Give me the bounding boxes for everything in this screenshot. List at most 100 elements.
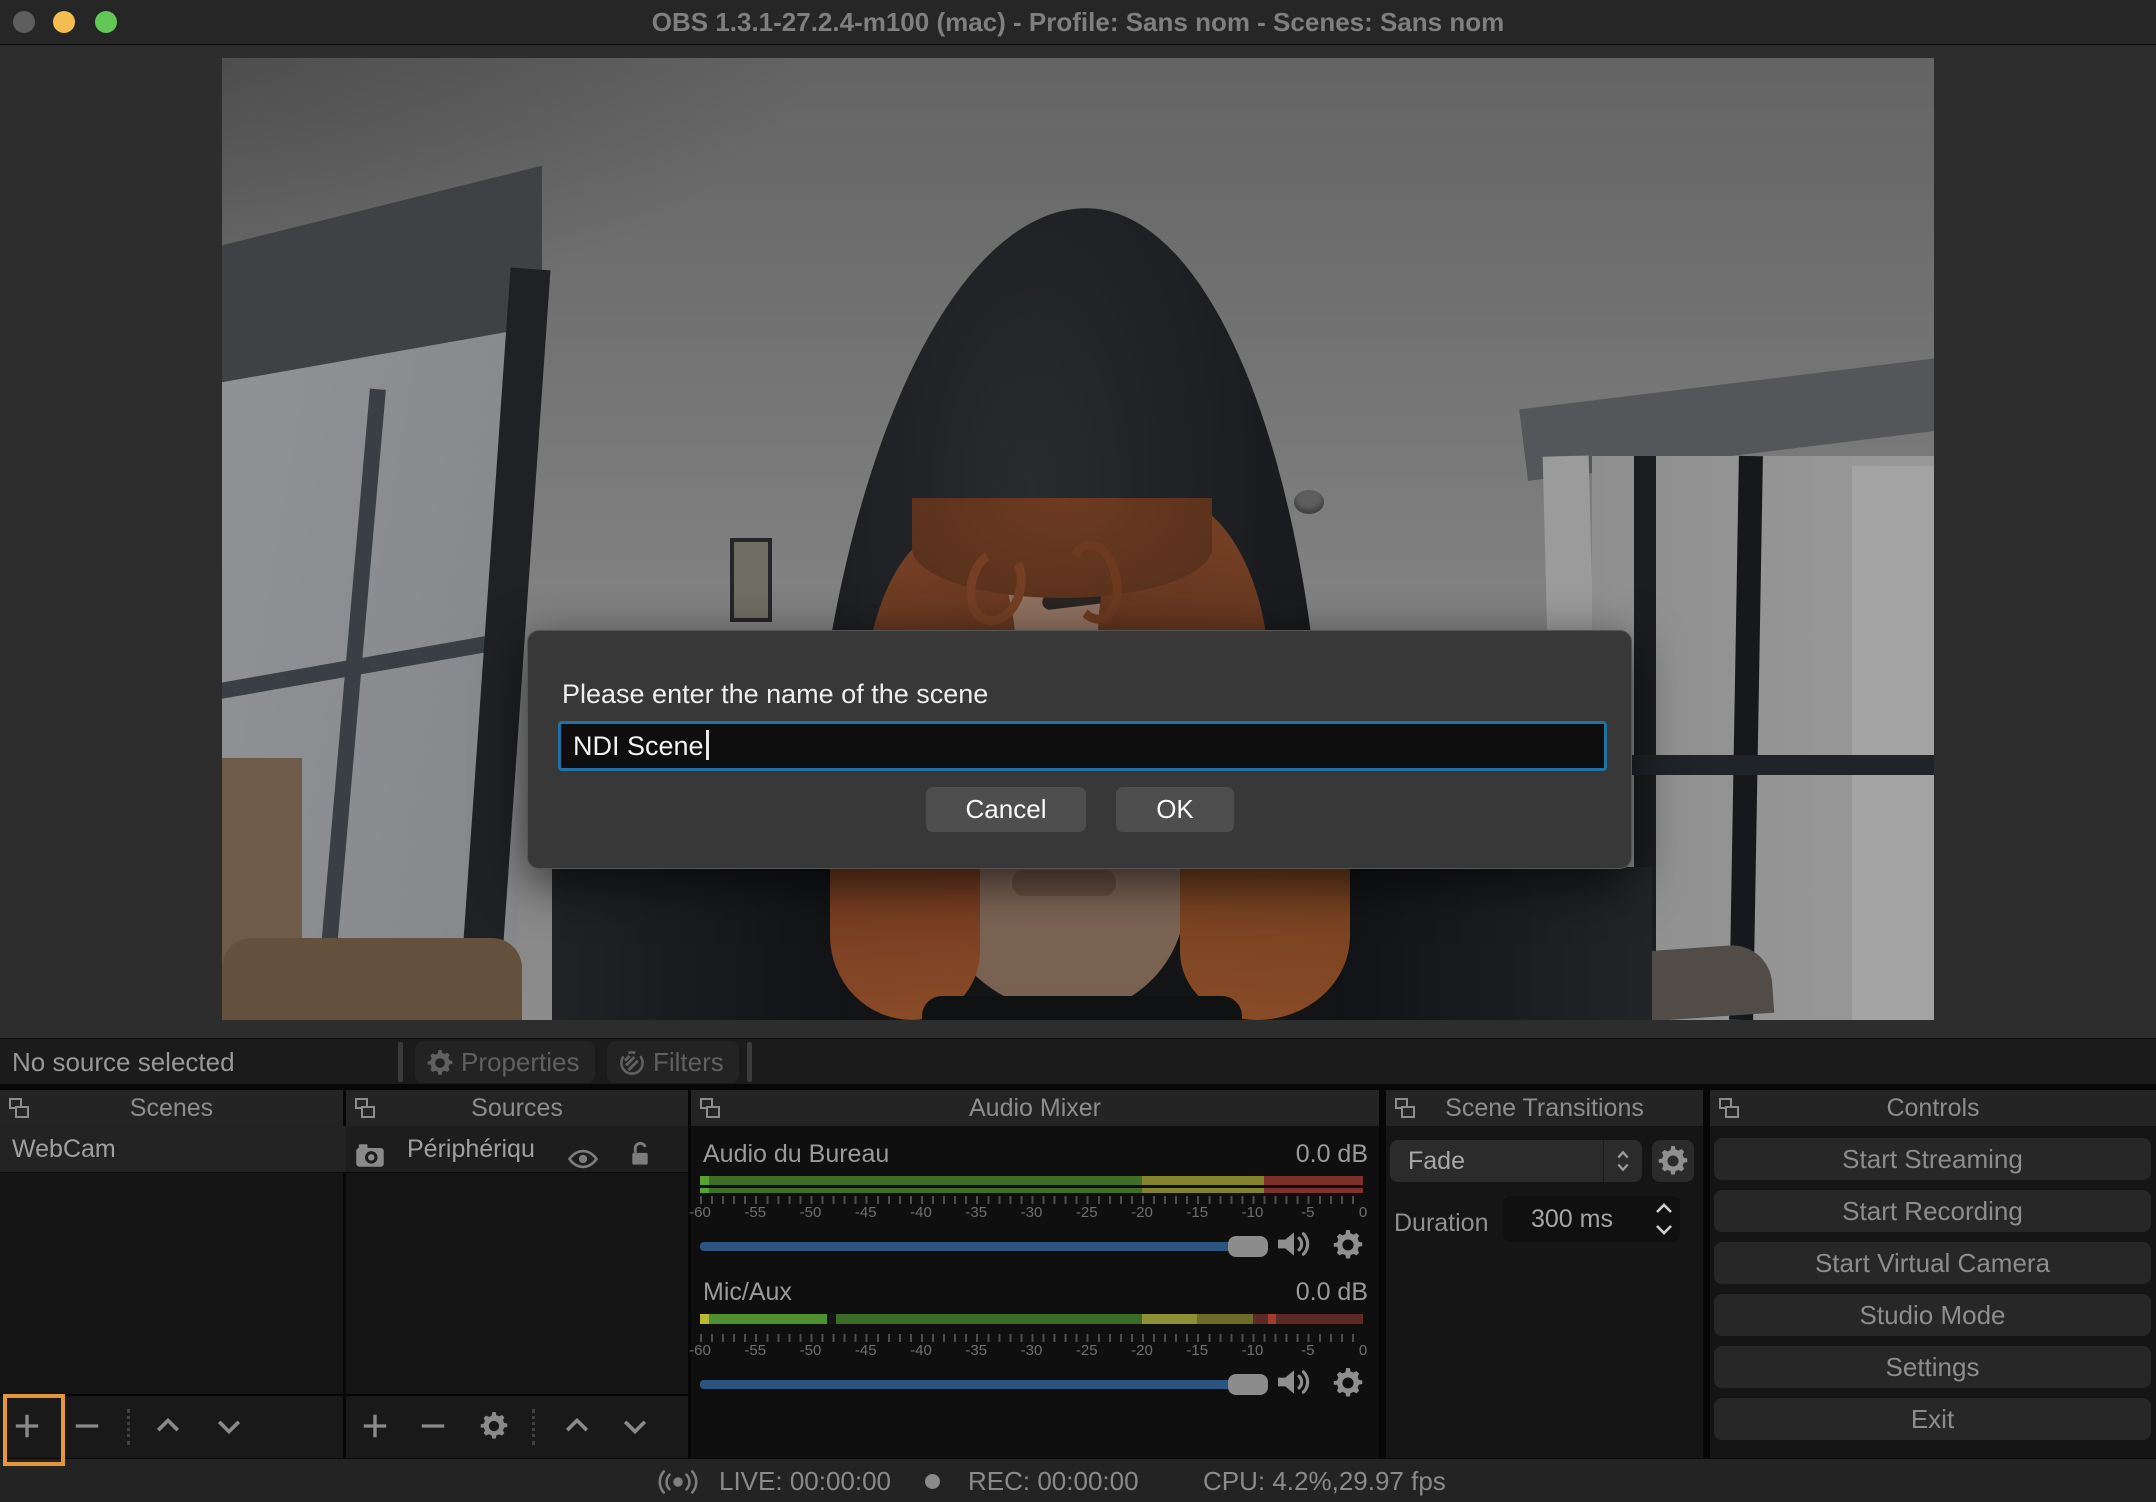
volume-slider[interactable] <box>700 1380 1258 1389</box>
spin-down-button[interactable] <box>1648 1219 1680 1242</box>
audio-mixer-title: Audio Mixer <box>691 1090 1379 1126</box>
meter-segment <box>700 1176 709 1185</box>
meter-tick-label: -45 <box>855 1204 877 1221</box>
no-source-label: No source selected <box>12 1039 235 1085</box>
titlebar: OBS 1.3.1-27.2.4-m100 (mac) - Profile: S… <box>0 0 2156 45</box>
scenes-header: Scenes <box>0 1090 343 1126</box>
source-item-label: Périphériqu <box>407 1126 555 1172</box>
popout-icon <box>1718 1097 1740 1124</box>
rec-dot-icon <box>925 1474 940 1489</box>
rec-time: REC: 00:00:00 <box>968 1459 1139 1502</box>
preview-video[interactable] <box>222 58 1934 1020</box>
sources-toolbar <box>346 1394 688 1458</box>
combo-chevrons-icon[interactable] <box>1603 1140 1642 1182</box>
chevron-up-icon <box>563 1427 591 1444</box>
transition-select[interactable]: Fade <box>1390 1140 1642 1182</box>
remove-source-button[interactable] <box>411 1405 455 1449</box>
start-recording-button[interactable]: Start Recording <box>1714 1190 2151 1232</box>
meter-tick-label: -20 <box>1131 1204 1153 1221</box>
chevron-down-icon <box>215 1427 243 1444</box>
scene-name-input[interactable]: NDI Scene <box>558 721 1607 771</box>
broadcast-icon <box>658 1469 698 1500</box>
meter-segment <box>1142 1314 1197 1324</box>
meter-segment <box>1253 1314 1268 1324</box>
meter-tick-label: 0 <box>1359 1342 1367 1359</box>
live-time: LIVE: 00:00:00 <box>719 1459 891 1502</box>
plus-icon <box>361 1427 389 1444</box>
audio-mixer-panel: Audio Mixer Audio du Bureau 0.0 dB -60-5… <box>691 1090 1379 1458</box>
studio-mode-button[interactable]: Studio Mode <box>1714 1294 2151 1336</box>
meter-tick-labels: -60-55-50-45-40-35-30-25-20-15-10-50 <box>691 1342 1379 1360</box>
lock-open-icon[interactable] <box>627 1136 653 1182</box>
source-properties-button[interactable] <box>472 1405 516 1449</box>
meter-ticks <box>700 1196 1363 1204</box>
start-virtual-camera-button[interactable]: Start Virtual Camera <box>1714 1242 2151 1284</box>
scenes-list: WebCam <box>0 1126 343 1458</box>
source-up-button[interactable] <box>555 1405 599 1449</box>
properties-button[interactable]: Properties <box>415 1041 595 1083</box>
meter-segment <box>709 1176 1142 1185</box>
mixer-channel-desktop-audio: Audio du Bureau 0.0 dB -60-55-50-45-40-3… <box>691 1140 1379 1280</box>
speaker-icon[interactable] <box>1275 1228 1313 1265</box>
chevron-down-icon <box>621 1427 649 1444</box>
add-source-button[interactable] <box>353 1405 397 1449</box>
scene-transitions-header: Scene Transitions <box>1386 1090 1703 1126</box>
status-bar: LIVE: 00:00:00 REC: 00:00:00 CPU: 4.2%,2… <box>0 1458 2156 1502</box>
meter-tick-label: -20 <box>1131 1342 1153 1359</box>
chevron-up-icon <box>154 1427 182 1444</box>
mixer-channel-mic-aux: Mic/Aux 0.0 dB -60-55-50-45-40-35-30-25-… <box>691 1278 1379 1418</box>
gear-icon <box>427 1046 453 1088</box>
lips <box>1012 870 1116 896</box>
exit-button[interactable]: Exit <box>1714 1398 2151 1440</box>
sources-list: Périphériqu <box>346 1126 688 1458</box>
tutorial-highlight-box <box>3 1394 65 1466</box>
source-item[interactable]: Périphériqu <box>346 1126 688 1173</box>
gear-icon[interactable] <box>1333 1230 1363 1265</box>
volume-slider[interactable] <box>700 1242 1258 1251</box>
settings-button[interactable]: Settings <box>1714 1346 2151 1388</box>
filter-icon <box>619 1046 645 1088</box>
cancel-button[interactable]: Cancel <box>926 787 1086 832</box>
duration-label: Duration <box>1394 1200 1489 1246</box>
duration-field[interactable]: 300 ms <box>1503 1196 1648 1242</box>
channel-name: Mic/Aux <box>703 1278 792 1307</box>
popout-icon <box>699 1097 721 1124</box>
sources-panel: Sources Périphériqu <box>346 1090 688 1458</box>
gear-icon[interactable] <box>1333 1368 1363 1403</box>
channel-name: Audio du Bureau <box>703 1140 889 1169</box>
transition-properties-button[interactable] <box>1652 1140 1694 1182</box>
sources-header: Sources <box>346 1090 688 1126</box>
source-down-button[interactable] <box>613 1405 657 1449</box>
meter-segment <box>1268 1314 1276 1324</box>
spin-up-button[interactable] <box>1648 1196 1680 1219</box>
dialog-prompt: Please enter the name of the scene <box>562 679 988 710</box>
hood-shoulder-left <box>552 867 847 1020</box>
meter-segment <box>836 1314 1142 1324</box>
visibility-eye-icon[interactable] <box>567 1139 599 1185</box>
speaker-icon[interactable] <box>1275 1366 1313 1403</box>
volume-slider-handle[interactable] <box>1228 1236 1268 1257</box>
meter-ticks <box>700 1334 1363 1342</box>
transition-value: Fade <box>1390 1147 1465 1175</box>
scenes-toolbar <box>0 1394 343 1458</box>
scene-down-button[interactable] <box>207 1405 251 1449</box>
meter-tick-label: -40 <box>910 1204 932 1221</box>
scene-item-webcam[interactable]: WebCam <box>0 1126 355 1173</box>
meter-tick-label: -30 <box>1021 1342 1043 1359</box>
preview-area <box>0 45 2156 1038</box>
meter-tick-label: -15 <box>1186 1204 1208 1221</box>
scene-up-button[interactable] <box>146 1405 190 1449</box>
meter-tick-label: -25 <box>1076 1204 1098 1221</box>
remove-scene-button[interactable] <box>65 1405 109 1449</box>
filters-button[interactable]: Filters <box>607 1041 739 1083</box>
meter-tick-label: -55 <box>744 1204 766 1221</box>
start-streaming-button[interactable]: Start Streaming <box>1714 1138 2151 1180</box>
volume-slider-handle[interactable] <box>1228 1374 1268 1395</box>
meter-segment <box>700 1188 709 1193</box>
meter-tick-label: -60 <box>689 1342 711 1359</box>
scenes-panel: Scenes WebCam <box>0 1090 343 1458</box>
cpu-stats: CPU: 4.2%,29.97 fps <box>1203 1459 1446 1502</box>
meter-segment <box>1276 1314 1363 1324</box>
properties-label: Properties <box>461 1047 580 1077</box>
ok-button[interactable]: OK <box>1116 787 1234 832</box>
